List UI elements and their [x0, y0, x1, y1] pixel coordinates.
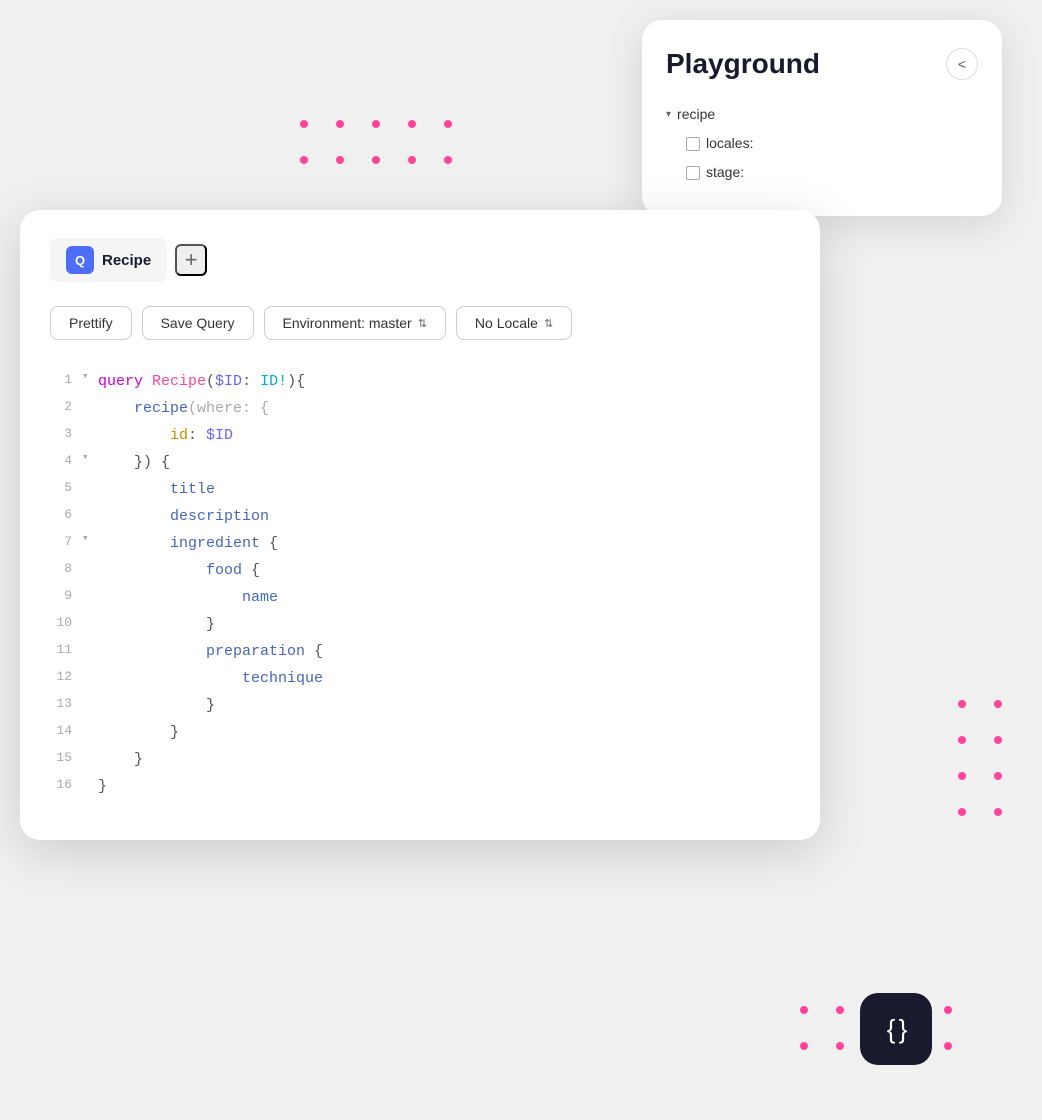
code-line-10: 10 }: [50, 611, 790, 638]
prettify-button[interactable]: Prettify: [50, 306, 132, 340]
code-editor[interactable]: 1 ▾ query Recipe($ID: ID!){ 2 recipe(whe…: [50, 368, 790, 800]
dot: [994, 808, 1002, 816]
playground-tree: ▾ recipe locales: stage:: [666, 100, 978, 188]
dot: [336, 156, 344, 164]
code-line-6: 6 description: [50, 503, 790, 530]
dot: [444, 120, 452, 128]
chevron-down-icon: ▾: [666, 106, 671, 124]
code-line-4: 4 ▾ }) {: [50, 449, 790, 476]
dot-grid-top: [300, 120, 462, 174]
code-line-7: 7 ▾ ingredient {: [50, 530, 790, 557]
brand-icon-button[interactable]: { }: [860, 993, 932, 1065]
code-line-14: 14 }: [50, 719, 790, 746]
playground-card: Playground < ▾ recipe locales: stage:: [642, 20, 1002, 216]
playground-close-button[interactable]: <: [946, 48, 978, 80]
dot: [958, 808, 966, 816]
tabs-area: Q Recipe +: [50, 238, 790, 282]
query-card: Q Recipe + Prettify Save Query Environme…: [20, 210, 820, 840]
code-line-5: 5 title: [50, 476, 790, 503]
code-line-8: 8 food {: [50, 557, 790, 584]
dot: [994, 736, 1002, 744]
dot: [444, 156, 452, 164]
tree-label-locales: locales:: [706, 131, 753, 156]
tab-icon-recipe: Q: [66, 246, 94, 274]
code-line-13: 13 }: [50, 692, 790, 719]
tab-label-recipe: Recipe: [102, 252, 151, 269]
toolbar: Prettify Save Query Environment: master …: [50, 306, 790, 340]
dot: [994, 700, 1002, 708]
dot: [944, 1042, 952, 1050]
chevron-left-icon: <: [958, 56, 966, 72]
locale-selector[interactable]: No Locale ⇅: [456, 306, 572, 340]
playground-title: Playground: [666, 48, 820, 80]
tree-item-recipe: ▾ recipe: [666, 100, 978, 129]
dot: [408, 156, 416, 164]
dot: [336, 120, 344, 128]
dot: [958, 700, 966, 708]
chevron-down-icon: ⇅: [418, 317, 427, 330]
playground-header: Playground <: [666, 48, 978, 80]
dot: [408, 120, 416, 128]
dot: [372, 120, 380, 128]
code-line-3: 3 id: $ID: [50, 422, 790, 449]
dot: [372, 156, 380, 164]
add-tab-button[interactable]: +: [175, 244, 207, 276]
dot: [300, 120, 308, 128]
tab-recipe[interactable]: Q Recipe: [50, 238, 167, 282]
code-line-2: 2 recipe(where: {: [50, 395, 790, 422]
code-line-1: 1 ▾ query Recipe($ID: ID!){: [50, 368, 790, 395]
dot-grid-right: [958, 700, 1012, 826]
dot: [958, 736, 966, 744]
tree-label-stage: stage:: [706, 160, 744, 185]
code-line-9: 9 name: [50, 584, 790, 611]
chevron-down-icon: ⇅: [544, 317, 553, 330]
dot: [994, 772, 1002, 780]
dot: [800, 1042, 808, 1050]
code-line-16: 16 }: [50, 773, 790, 800]
tree-item-locales[interactable]: locales:: [666, 129, 978, 158]
environment-selector[interactable]: Environment: master ⇅: [264, 306, 446, 340]
save-query-button[interactable]: Save Query: [142, 306, 254, 340]
dot: [836, 1042, 844, 1050]
dot: [836, 1006, 844, 1014]
dot: [300, 156, 308, 164]
scene: Playground < ▾ recipe locales: stage:: [0, 0, 1042, 1120]
dot: [958, 772, 966, 780]
tree-label-recipe: recipe: [677, 102, 715, 127]
code-line-12: 12 technique: [50, 665, 790, 692]
tree-item-stage[interactable]: stage:: [666, 158, 978, 187]
dot: [944, 1006, 952, 1014]
checkbox-stage[interactable]: [686, 166, 700, 180]
curly-braces-icon: { }: [887, 1014, 906, 1045]
code-line-11: 11 preparation {: [50, 638, 790, 665]
checkbox-locales[interactable]: [686, 137, 700, 151]
code-line-15: 15 }: [50, 746, 790, 773]
dot: [800, 1006, 808, 1014]
